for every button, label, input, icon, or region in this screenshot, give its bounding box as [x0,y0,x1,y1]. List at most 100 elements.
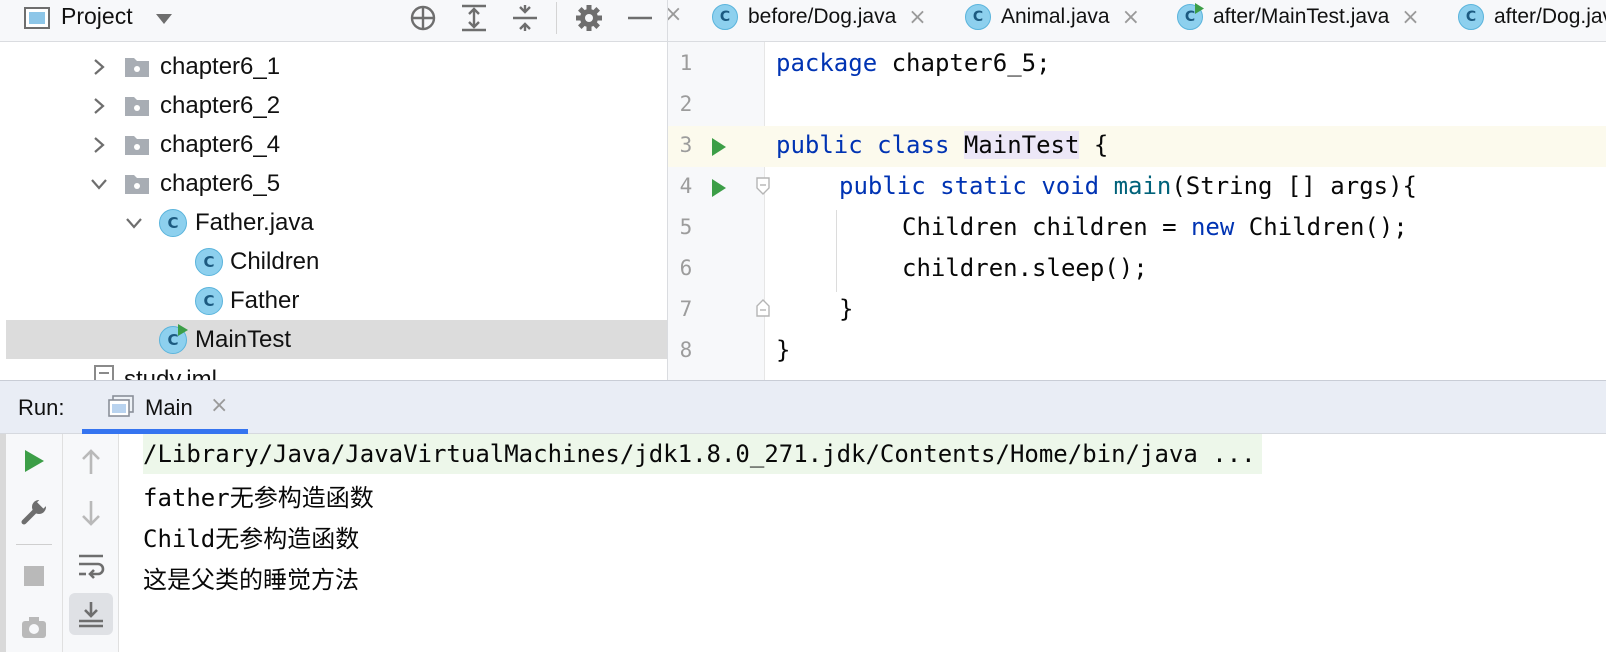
run-console[interactable]: /Library/Java/JavaVirtualMachines/jdk1.8… [120,434,1606,652]
class-icon: C [159,209,187,237]
package-folder-icon [125,135,149,155]
next-occurrence-button[interactable] [69,492,113,534]
editor-gutter[interactable]: 1 2 3 4 5 6 7 8 [668,42,770,380]
tree-item-chapter6-4[interactable]: chapter6_4 [6,125,667,164]
tab-animal-java[interactable]: C Animal.java × [965,0,1140,34]
code-line-5: Children children = new Children(); [902,213,1408,241]
edit-configuration-button[interactable] [12,491,56,533]
package-folder-icon [125,96,149,116]
chevron-down-icon[interactable] [155,13,173,25]
keyword: package [776,49,878,77]
keyword: public [776,131,863,159]
class-icon: C [965,4,991,30]
tab-label: Animal.java [1001,5,1110,28]
rerun-button[interactable] [12,440,56,482]
run-gutter-icon[interactable] [712,138,726,156]
fold-end-icon[interactable] [754,299,772,317]
line-number: 4 [679,174,693,198]
tree-item-father-java[interactable]: C Father.java [6,203,667,242]
soft-wrap-button[interactable] [69,544,113,586]
class-icon: C [712,4,738,30]
collapse-all-button[interactable] [508,2,542,34]
tree-item-label: chapter6_5 [160,169,281,197]
console-output-line: father无参构造函数 [143,483,374,512]
code-line-6: children.sleep(); [902,254,1148,282]
tab-after-dog-java[interactable]: C after/Dog.java [1458,0,1606,34]
code-editor[interactable]: 1 2 3 4 5 6 7 8 package chapter6_5; publ… [667,42,1606,380]
package-folder-icon [125,57,149,77]
tree-item-label: MainTest [195,325,292,353]
project-tree[interactable]: chapter6_1 chapter6_2 chapter6_4 chapter… [0,42,667,380]
tree-item-label: chapter6_2 [160,91,281,119]
run-tab-main[interactable]: Main × [82,381,248,434]
stop-button[interactable] [12,555,56,597]
arrow-up-icon [82,449,100,474]
code-line-3: public class MainTest { [776,131,1108,159]
dump-threads-button[interactable] [12,606,56,648]
expand-all-button[interactable] [457,2,491,34]
close-icon[interactable]: × [1401,5,1419,30]
tree-item-label: chapter6_4 [160,130,281,158]
tree-item-chapter6-2[interactable]: chapter6_2 [6,86,667,125]
code-line-7: } [839,295,854,323]
chevron-right-icon[interactable] [90,136,108,154]
run-tab-label: Main [145,395,193,420]
class-icon: C [195,287,223,315]
line-number: 8 [679,338,693,362]
run-toolwindow-header: Run: Main × [0,380,1606,434]
hide-toolwindow-button[interactable] [623,2,657,34]
tree-item-label: study.iml [124,365,217,381]
chevron-down-icon[interactable] [125,214,143,232]
keyword: void [1041,172,1100,200]
line-number: 5 [679,215,693,239]
run-badge-icon [178,324,188,336]
tree-item-chapter6-1[interactable]: chapter6_1 [6,47,667,86]
camera-icon [22,617,46,638]
toolbar-divider [16,544,52,545]
code-text: Children children = [902,213,1191,241]
options-button[interactable] [572,2,606,34]
project-view-selector[interactable]: Project [61,3,133,30]
chevron-down-icon[interactable] [90,175,108,193]
console-output-line: Child无参构造函数 [143,524,360,553]
code-text: Children(); [1234,213,1408,241]
close-icon[interactable]: × [908,5,926,30]
scroll-to-end-button[interactable] [69,593,113,635]
tree-item-chapter6-5[interactable]: chapter6_5 [6,164,667,203]
code-text: (String [] args){ [1171,172,1417,200]
project-window-icon [24,7,50,29]
tree-item-father[interactable]: C Father [6,281,667,320]
tree-item-study-iml[interactable]: study.iml [6,360,667,380]
tree-item-label: chapter6_1 [160,52,281,80]
tree-item-label: Father.java [195,208,314,236]
close-icon[interactable]: × [668,2,682,27]
expand-all-icon [462,4,486,32]
keyword: public [839,172,926,200]
line-number: 6 [679,256,693,280]
gear-icon [576,5,602,31]
method-name: main [1113,172,1172,200]
chevron-right-icon[interactable] [90,97,108,115]
chevron-right-icon[interactable] [90,58,108,76]
indent-guide [836,210,837,292]
close-icon[interactable]: × [210,393,228,418]
tree-item-children[interactable]: C Children [6,242,667,281]
stop-icon [24,566,44,586]
tree-item-label: Children [230,247,320,275]
run-gutter-icon[interactable] [712,179,726,197]
tab-after-maintest-java[interactable]: C after/MainTest.java × [1177,0,1420,34]
tree-item-maintest[interactable]: C MainTest [6,320,667,359]
line-number: 3 [679,133,693,157]
console-output-line: 这是父类的睡觉方法 [143,565,359,594]
select-opened-file-button[interactable] [406,2,440,34]
wrench-icon [21,498,48,525]
previous-occurrence-button[interactable] [69,441,113,483]
line-number: 2 [679,92,693,116]
tab-label: after/MainTest.java [1213,5,1390,28]
close-icon[interactable]: × [1122,5,1140,30]
keyword: class [877,131,950,159]
tab-label: before/Dog.java [748,5,897,28]
fold-icon[interactable] [754,177,772,195]
editor-tab-bar: × C before/Dog.java × C Animal.java × C … [667,0,1606,42]
tab-before-dog-java[interactable]: C before/Dog.java × [712,0,927,34]
